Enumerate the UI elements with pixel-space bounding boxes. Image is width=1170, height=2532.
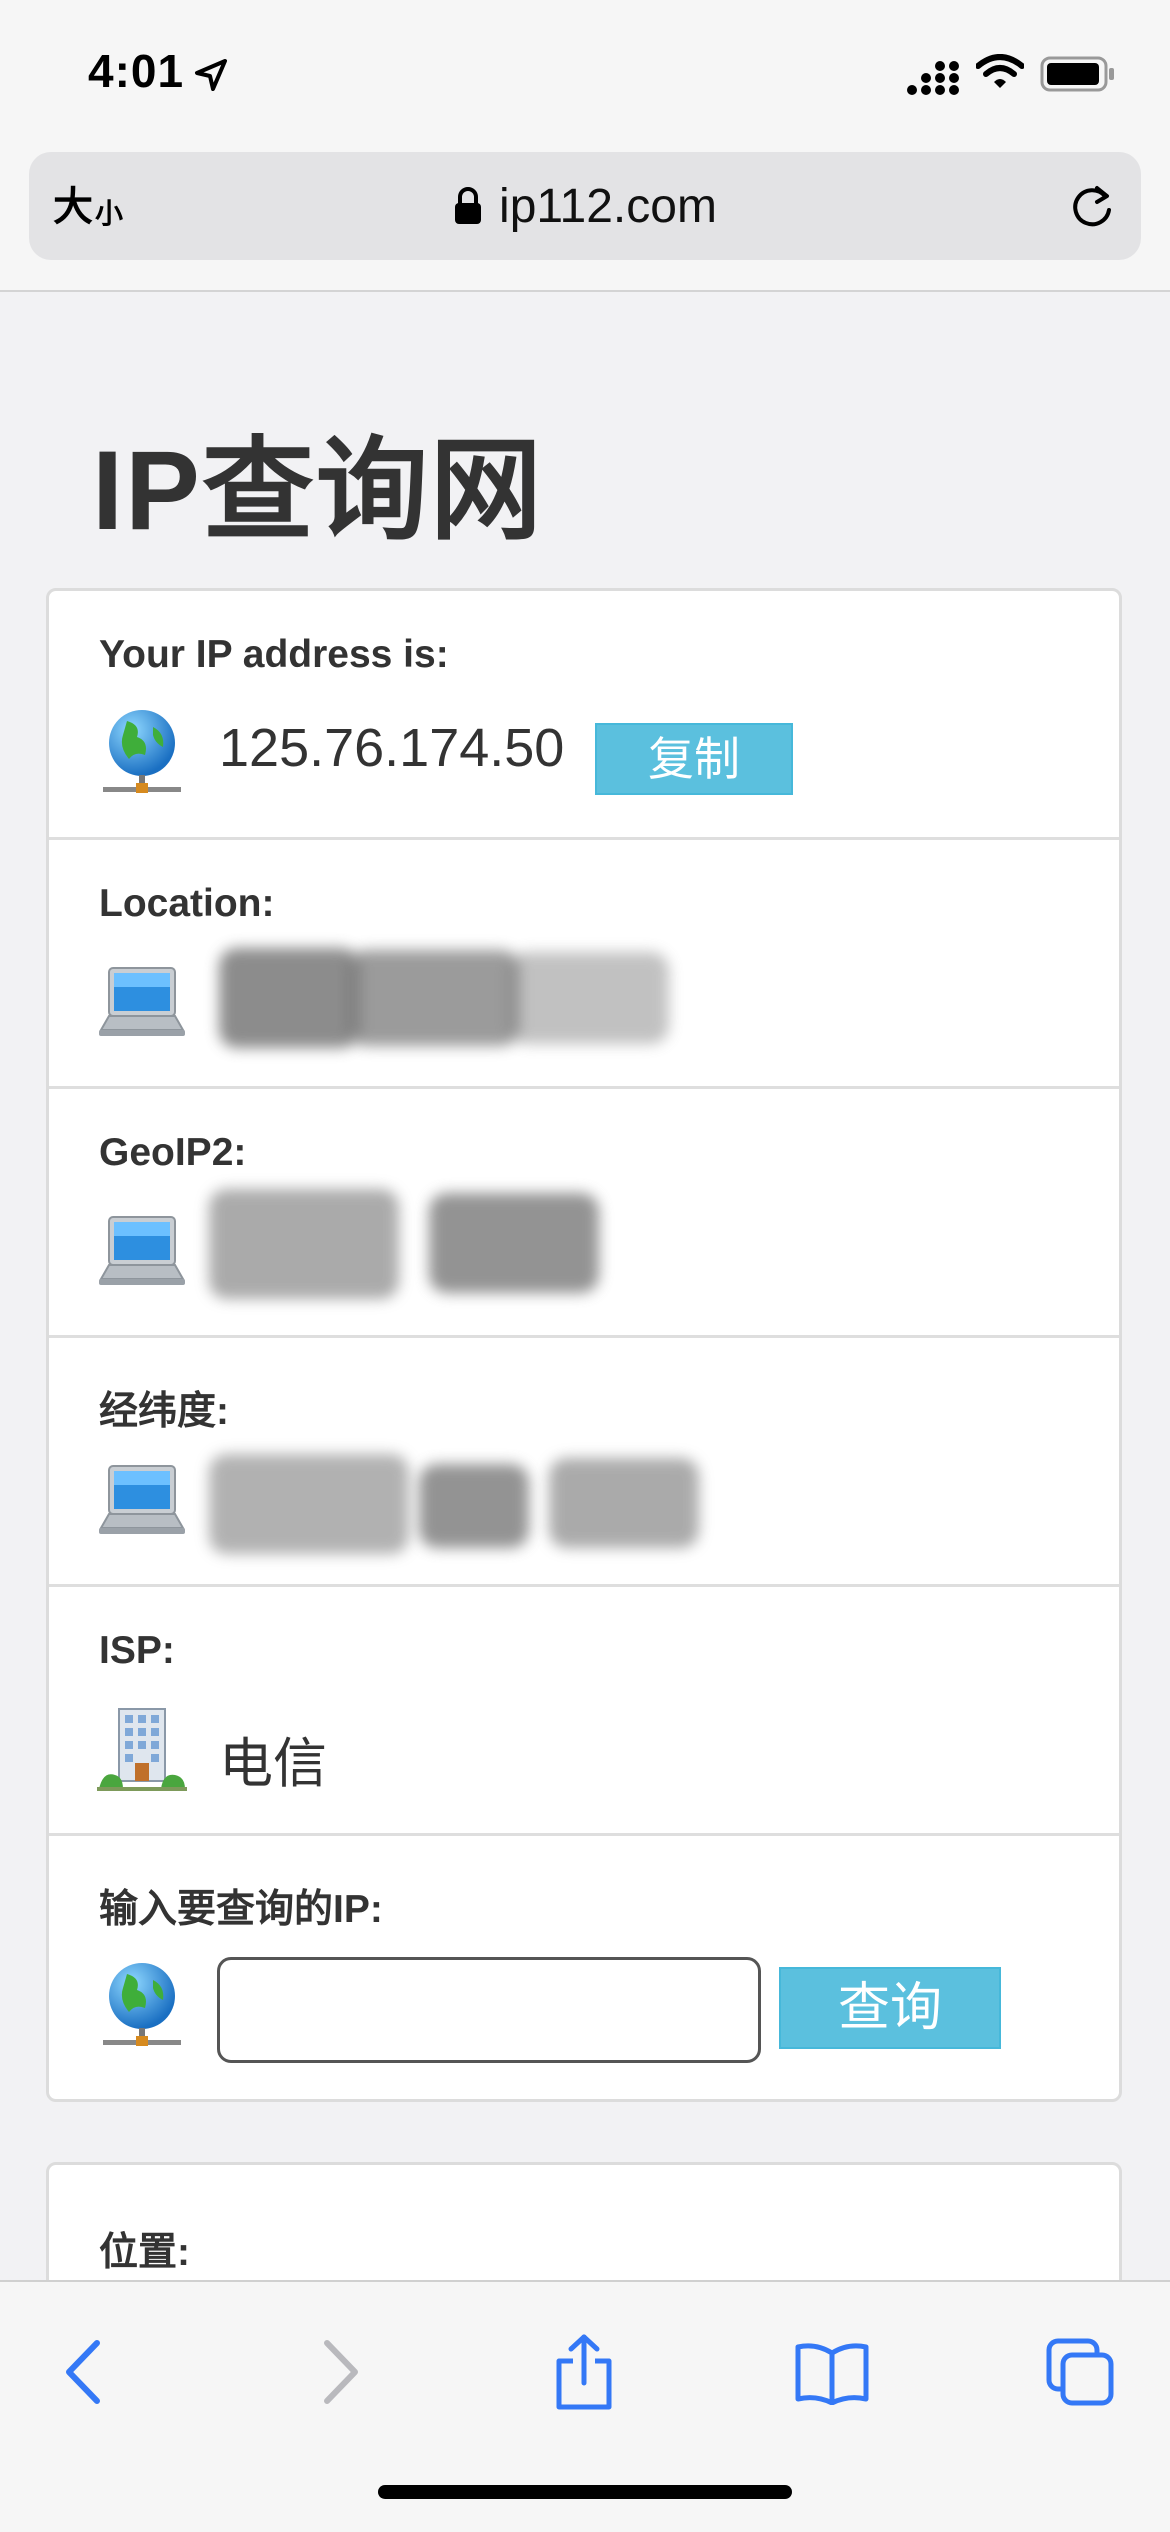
battery-icon xyxy=(1040,56,1114,92)
page-title: IP查询网 xyxy=(92,428,544,553)
forward-icon xyxy=(324,2340,358,2404)
redacted-location-2 xyxy=(349,950,519,1046)
ip-value: 125.76.174.50 xyxy=(219,718,565,778)
redacted-location-3 xyxy=(509,952,669,1044)
home-indicator xyxy=(378,2485,792,2499)
back-button[interactable] xyxy=(46,2332,126,2412)
query-row: 输入要查询的IP: 查询 xyxy=(49,1836,1119,2085)
your-ip-label: Your IP address is: xyxy=(99,633,449,676)
status-time: 4:01 xyxy=(88,45,185,97)
tabs-icon xyxy=(1046,2338,1114,2406)
query-label: 输入要查询的IP: xyxy=(99,1888,383,1931)
isp-row: ISP: 电信 xyxy=(49,1587,1119,1836)
tabs-button[interactable] xyxy=(1040,2332,1120,2412)
redacted-geoip2-2 xyxy=(429,1193,599,1293)
copy-button[interactable]: 复制 xyxy=(595,723,793,795)
status-bar: 4:01 xyxy=(0,0,1170,140)
redacted-latlng-3 xyxy=(549,1458,699,1548)
browser-address-area: 大 小 ip112.com xyxy=(0,140,1170,292)
isp-label: ISP: xyxy=(99,1629,175,1672)
location-label: Location: xyxy=(99,882,275,925)
ip-info-card: Your IP address is: 125.76.174.50 复制 Loc… xyxy=(46,588,1122,2102)
latlng-row: 经纬度: xyxy=(49,1338,1119,1587)
redacted-latlng-2 xyxy=(419,1464,529,1548)
your-ip-row: Your IP address is: 125.76.174.50 复制 xyxy=(49,591,1119,840)
building-icon xyxy=(97,1708,187,1791)
address-bar[interactable]: 大 小 ip112.com xyxy=(29,152,1141,260)
share-icon xyxy=(556,2334,612,2410)
ip-query-input[interactable] xyxy=(217,1957,761,2063)
isp-value: 电信 xyxy=(219,1734,327,1794)
laptop-icon xyxy=(99,1465,185,1534)
laptop-icon xyxy=(99,967,185,1036)
location-row: Location: xyxy=(49,840,1119,1089)
globe-network-icon xyxy=(103,1963,181,2046)
position-label: 位置: xyxy=(99,2231,190,2274)
bookmarks-button[interactable] xyxy=(792,2332,872,2412)
query-button[interactable]: 查询 xyxy=(779,1967,1001,2049)
redacted-geoip2-1 xyxy=(209,1189,399,1299)
latlng-label: 经纬度: xyxy=(99,1390,229,1433)
wifi-icon xyxy=(976,54,1024,88)
url-text: ip112.com xyxy=(499,179,717,233)
share-button[interactable] xyxy=(544,2332,624,2412)
cellular-signal-icon xyxy=(907,61,959,95)
url-display[interactable]: ip112.com xyxy=(29,176,1141,236)
forward-button[interactable] xyxy=(298,2332,378,2412)
geoip2-label: GeoIP2: xyxy=(99,1131,247,1174)
redacted-location-1 xyxy=(219,948,359,1048)
globe-network-icon xyxy=(103,710,181,793)
location-arrow-icon xyxy=(195,59,227,91)
bookmarks-icon xyxy=(795,2343,869,2405)
geoip2-row: GeoIP2: xyxy=(49,1089,1119,1338)
back-icon xyxy=(66,2340,100,2404)
laptop-icon xyxy=(99,1216,185,1285)
lock-icon xyxy=(455,187,482,224)
redacted-latlng-1 xyxy=(209,1454,409,1554)
reload-icon[interactable] xyxy=(1067,182,1117,232)
